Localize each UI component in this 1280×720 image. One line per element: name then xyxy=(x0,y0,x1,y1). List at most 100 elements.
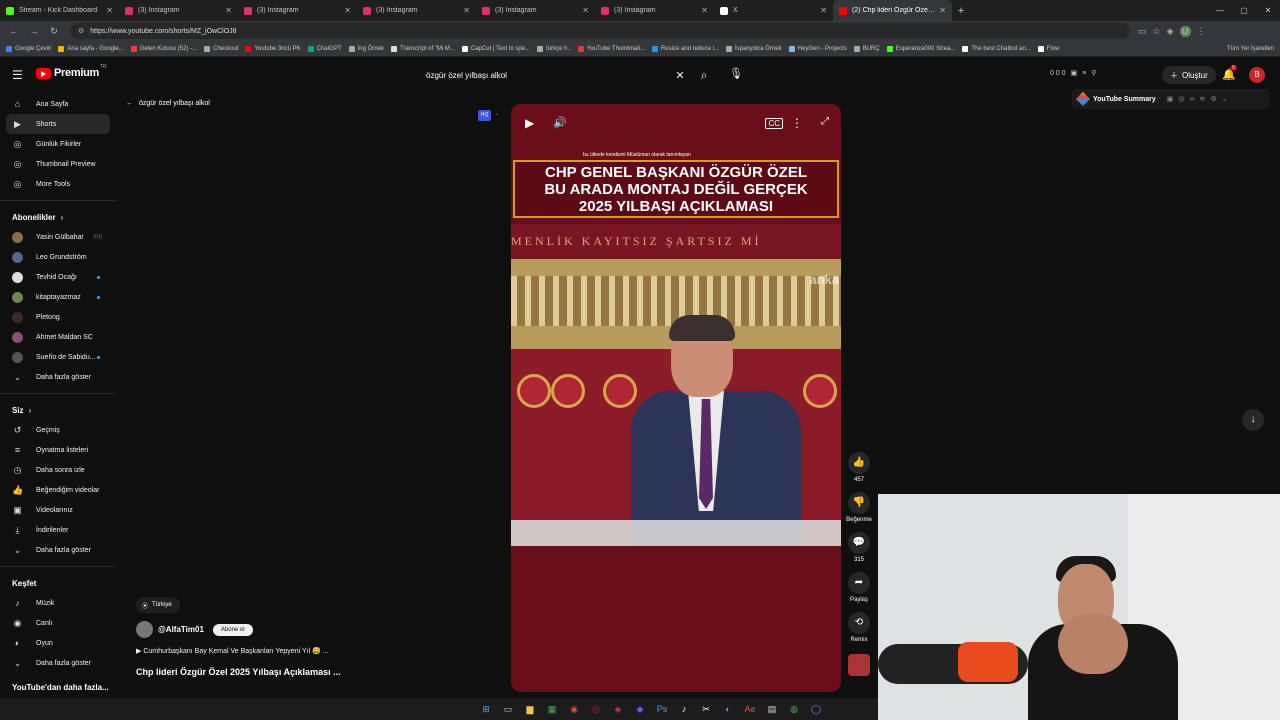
reload-icon[interactable]: ↻ xyxy=(44,26,64,37)
edge-icon[interactable]: ◐ xyxy=(720,701,736,717)
tab-close-icon[interactable]: ✕ xyxy=(225,6,232,15)
remix-icon[interactable]: ⟲ xyxy=(848,612,870,634)
photoshop-icon[interactable]: Ps xyxy=(654,701,670,717)
browser-tab[interactable]: X ✕ xyxy=(714,0,833,21)
quality-badge[interactable]: HQ xyxy=(478,110,491,121)
hamburger-menu-icon[interactable]: ☰ xyxy=(12,68,23,82)
sidebar-item[interactable]: ◎ Günlük Fikirler xyxy=(0,134,116,154)
subscribe-button[interactable]: Abone ol xyxy=(212,623,253,636)
maximize-icon[interactable]: ▢ xyxy=(1232,0,1256,21)
glasses-icon[interactable]: ∞ xyxy=(1190,96,1195,103)
tab-close-icon[interactable]: ✕ xyxy=(582,6,589,15)
minimize-icon[interactable]: — xyxy=(1208,0,1232,21)
dislike-icon[interactable]: 👎 xyxy=(848,492,870,514)
play-icon[interactable]: ▶ xyxy=(525,116,534,130)
sidebar-item[interactable]: kitaptayazmaz xyxy=(0,287,116,307)
search-taskbar-icon[interactable]: ▭ xyxy=(500,701,516,717)
bookmark-item[interactable]: Google Çeviri xyxy=(6,45,51,52)
shorts-video-player[interactable]: MENLİK KAYITSIZ ŞARTSIZ Mİ anka bu ülked… xyxy=(511,104,841,692)
captions-icon[interactable]: CC xyxy=(765,118,783,129)
all-bookmarks-folder[interactable]: Tüm Yer İşaretleri xyxy=(1227,41,1274,56)
sidebar-section-heading[interactable]: Abonelikler › xyxy=(0,207,116,227)
bookmark-item[interactable]: Esperanza000 Strea... xyxy=(886,45,955,52)
sidebar-item[interactable]: ⤓ İndirilenler xyxy=(0,520,116,540)
bookmark-item[interactable]: türkçe h.. xyxy=(537,45,571,52)
sidebar-item[interactable]: ⌄ Daha fazla göster xyxy=(0,540,116,560)
sidebar-item[interactable]: ▣ Videolarınız xyxy=(0,500,116,520)
sidebar-item[interactable]: Ahmet Maldan SC xyxy=(0,327,116,347)
next-short-arrow-icon[interactable]: ↓ xyxy=(1242,409,1264,431)
bookmark-item[interactable]: Resize and reduce i... xyxy=(651,45,719,52)
sidebar-item[interactable]: Tevhid Ocağı xyxy=(0,267,116,287)
sidebar-item[interactable]: 👍 Beğendiğim videolar xyxy=(0,480,116,500)
sidebar-item[interactable]: Leo Grundström xyxy=(0,247,116,267)
sidebar-item[interactable]: ▶ Shorts xyxy=(6,114,110,134)
url-input[interactable]: ⚙ https://www.youtube.com/shorts/MZ_jOwC… xyxy=(70,23,1130,39)
tab-close-icon[interactable]: ✕ xyxy=(344,6,351,15)
list-icon[interactable]: ≡ xyxy=(1082,70,1086,77)
bookmark-item[interactable]: Transcript of "Mi M... xyxy=(391,45,455,52)
chrome-icon[interactable]: ◍ xyxy=(786,701,802,717)
sidebar-item[interactable]: Pletong xyxy=(0,307,116,327)
sidebar-item[interactable]: ⌂ Ana Sayfa xyxy=(0,94,116,114)
share-icon[interactable]: ➦ xyxy=(848,572,870,594)
microphone-icon[interactable]: 🎙 xyxy=(728,67,744,83)
globe-icon[interactable]: ◎ xyxy=(1178,95,1184,103)
tab-close-icon[interactable]: ✕ xyxy=(701,6,708,15)
sidebar-item[interactable]: ↺ Geçmiş xyxy=(0,420,116,440)
sidebar-item[interactable]: ⌄ Daha fazla göster xyxy=(0,367,116,387)
bookmark-item[interactable]: HeyGen - Projects xyxy=(788,45,847,52)
location-chip[interactable]: ⦿ Türkiye xyxy=(136,597,180,613)
video-title[interactable]: Chp lideri Özgür Özel 2025 Yılbaşı Açıkl… xyxy=(136,667,341,677)
bookmark-item[interactable]: İng Örnek xyxy=(348,45,384,52)
sidebar-item[interactable]: ⌄ Daha fazla göster xyxy=(0,653,116,673)
forward-icon[interactable]: → xyxy=(24,26,44,36)
sidebar-item[interactable]: ◉ Canlı xyxy=(0,613,116,633)
extension-icon[interactable]: ▣ xyxy=(1071,69,1078,77)
browser-tab[interactable]: (3) Instagram ✕ xyxy=(595,0,714,21)
profile-avatar[interactable]: U xyxy=(1179,25,1191,37)
account-avatar[interactable]: B xyxy=(1249,67,1265,83)
instagram-icon[interactable]: ◈ xyxy=(610,701,626,717)
tab-close-icon[interactable]: ✕ xyxy=(463,6,470,15)
sidebar-item[interactable]: ♪ Müzik xyxy=(0,593,116,613)
tab-close-icon[interactable]: ✕ xyxy=(820,6,827,15)
music-link[interactable]: ▶ Cumhurbaşkanı Bay Kemal Ve Başkanları … xyxy=(136,647,329,655)
bookmark-item[interactable]: Flow xyxy=(1037,45,1059,52)
channel-name[interactable]: @AlfaTim01 xyxy=(158,625,204,634)
star-icon[interactable]: ☆ xyxy=(1153,26,1161,37)
pin-icon[interactable]: ⚲ xyxy=(1091,69,1096,77)
tab-close-icon[interactable]: ✕ xyxy=(106,6,113,15)
sidebar-item[interactable]: Yasin Gülbahar ((•)) xyxy=(0,227,116,247)
sidebar-item[interactable]: ◐ Oyun xyxy=(0,633,116,653)
app-icon[interactable]: ▦ xyxy=(544,701,560,717)
bookmark-item[interactable]: İspanyolca Örnek xyxy=(725,45,782,52)
sidebar-section-heading[interactable]: Siz › xyxy=(0,400,116,420)
browser-tab[interactable]: (3) Instagram ✕ xyxy=(476,0,595,21)
app-icon[interactable]: ◯ xyxy=(808,701,824,717)
browser-tab[interactable]: (3) Instagram ✕ xyxy=(119,0,238,21)
app-icon[interactable]: Ae xyxy=(742,701,758,717)
chevron-down-icon[interactable]: ⌄ xyxy=(494,110,499,117)
app-icon[interactable]: ◎ xyxy=(588,701,604,717)
app-icon[interactable]: ◉ xyxy=(566,701,582,717)
bookmark-item[interactable]: Checkout xyxy=(204,45,238,52)
bookmark-item[interactable]: Gelen Kutusu (52) -... xyxy=(130,45,197,52)
sidebar-item[interactable]: ≡ Oynatma listeleri xyxy=(0,440,116,460)
bookmark-item[interactable]: BURÇ xyxy=(853,45,880,52)
bookmark-item[interactable]: Ana sayfa - Google... xyxy=(58,45,124,52)
settings-icon[interactable]: ⚙ xyxy=(1210,95,1216,103)
app-icon[interactable]: ▤ xyxy=(764,701,780,717)
more-options-icon[interactable]: ⋮ xyxy=(791,116,803,130)
search-icon[interactable]: ⌕ xyxy=(690,68,718,83)
bookmark-item[interactable]: The best Chatbot an... xyxy=(962,45,1031,52)
chevron-down-icon[interactable]: ⌄ xyxy=(1222,95,1228,103)
sidebar-item[interactable]: ◷ Daha sonra izle xyxy=(0,460,116,480)
cast-icon[interactable]: ▭ xyxy=(1138,26,1147,37)
capcut-icon[interactable]: ✂ xyxy=(698,701,714,717)
menu-icon[interactable]: ⋮ xyxy=(1197,26,1206,37)
tab-close-icon[interactable]: ✕ xyxy=(939,6,946,15)
browser-tab[interactable]: (2) Chp lideri Özgür Özel 2025✕ xyxy=(833,0,952,21)
tiktok-icon[interactable]: ♪ xyxy=(676,701,692,717)
sidebar-item[interactable]: ◎ More Tools xyxy=(0,174,116,194)
